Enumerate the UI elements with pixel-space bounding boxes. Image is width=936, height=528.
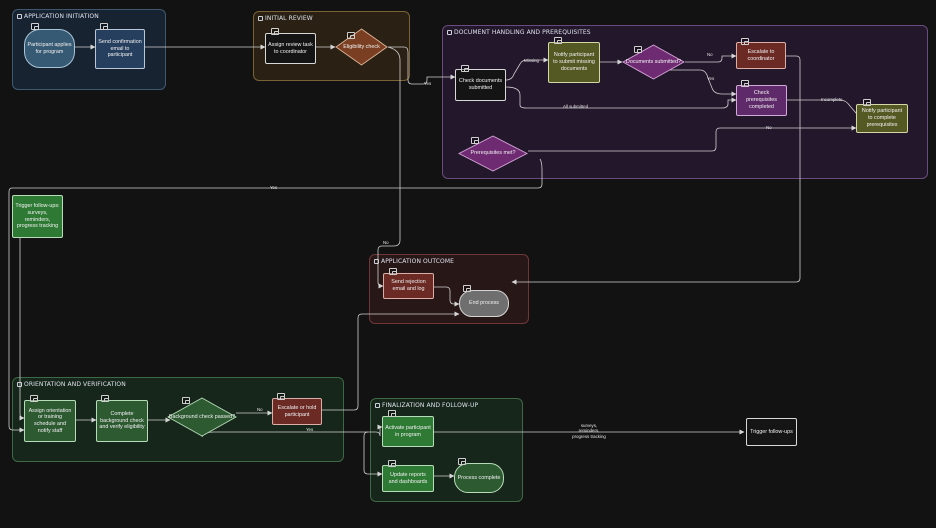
complete-icon bbox=[458, 458, 466, 465]
check-prerequisites-node[interactable]: Check prerequisites completed bbox=[736, 85, 787, 116]
end-process-node[interactable]: End process bbox=[459, 290, 509, 317]
send-rejection-node[interactable]: Send rejection email and log bbox=[383, 273, 434, 299]
task-icon bbox=[271, 28, 279, 35]
edge-eligibility-no bbox=[377, 46, 401, 289]
trigger-followups-left-node[interactable]: Trigger follow-ups: surveys, reminders, … bbox=[12, 195, 63, 238]
edge-prereqmet-no bbox=[528, 125, 857, 152]
edge-label-yes: Yes bbox=[306, 427, 314, 432]
email-icon bbox=[389, 268, 397, 275]
shield-icon bbox=[182, 397, 190, 404]
edge-label-no: No bbox=[766, 125, 772, 130]
edge-label-yes: Yes bbox=[270, 185, 278, 190]
edge-check-allsubmitted bbox=[505, 86, 737, 109]
process-complete-node[interactable]: Process complete bbox=[454, 463, 504, 493]
edge-label-followup-channels: surveys, reminders, progress tracking bbox=[572, 423, 606, 439]
edge-label-yes: Yes bbox=[424, 81, 432, 86]
participant-applies-node[interactable]: Participant applies for program bbox=[24, 29, 75, 68]
escalate-icon bbox=[741, 38, 749, 45]
document-icon bbox=[634, 46, 642, 53]
assign-orientation-node[interactable]: Assign orientation or training schedule … bbox=[24, 400, 76, 442]
document-icon bbox=[461, 65, 469, 72]
edge-rejection-end bbox=[434, 286, 460, 307]
assign-review-node[interactable]: Assign review task to coordinator bbox=[265, 33, 316, 64]
email-icon bbox=[100, 23, 108, 30]
activate-participant-node[interactable]: Activate participant in program bbox=[382, 416, 434, 447]
notify-missing-node[interactable]: Notify participant to submit missing doc… bbox=[548, 42, 600, 83]
notify-icon bbox=[554, 37, 562, 44]
edge-prereq-incomplete bbox=[787, 99, 863, 119]
notify-prerequisites-node[interactable]: Notify participant to complete prerequis… bbox=[856, 104, 908, 133]
edge-activate-update bbox=[363, 431, 383, 477]
shield-icon bbox=[101, 395, 109, 402]
edge-label-no: No bbox=[257, 407, 263, 412]
check-icon bbox=[471, 137, 479, 144]
activate-icon bbox=[388, 410, 396, 417]
pause-icon bbox=[277, 393, 285, 400]
eligibility-check-decision[interactable]: Eligibility check bbox=[335, 28, 388, 66]
calendar-icon bbox=[30, 395, 38, 402]
edge-label-missing: Missing bbox=[524, 58, 539, 63]
edge-escalate-end2 bbox=[322, 311, 460, 411]
notify-icon bbox=[863, 99, 871, 106]
background-passed-decision[interactable]: Background check passed? bbox=[167, 397, 237, 437]
edge-label-no: No bbox=[383, 240, 389, 245]
edge-label-yes: Yes bbox=[707, 76, 715, 81]
edge-label-no: No bbox=[707, 52, 713, 57]
update-reports-node[interactable]: Update reports and dashboards bbox=[382, 465, 434, 492]
edge-followups-left bbox=[19, 238, 25, 421]
document-icon bbox=[741, 80, 749, 87]
user-icon bbox=[31, 23, 39, 30]
check-icon bbox=[347, 32, 355, 39]
stop-icon bbox=[463, 285, 471, 292]
escalate-hold-node[interactable]: Escalate or hold participant bbox=[272, 398, 322, 425]
escalate-coordinator-node[interactable]: Escalate to coordinator bbox=[736, 42, 786, 69]
report-icon bbox=[388, 460, 396, 467]
complete-background-node[interactable]: Complete background check and verify eli… bbox=[96, 400, 148, 442]
edge-label-all-submitted: All submitted bbox=[563, 104, 589, 109]
check-documents-node[interactable]: Check documents submitted bbox=[455, 69, 506, 101]
send-confirmation-node[interactable]: Send confirmation email to participant bbox=[95, 29, 145, 69]
documents-submitted-decision[interactable]: Documents submitted? bbox=[622, 44, 685, 80]
prerequisites-met-decision[interactable]: Prerequisites met? bbox=[458, 135, 528, 172]
trigger-followups-right-node[interactable]: Trigger follow-ups bbox=[746, 418, 797, 446]
edge-label-incomplete: Incomplete bbox=[821, 97, 843, 102]
